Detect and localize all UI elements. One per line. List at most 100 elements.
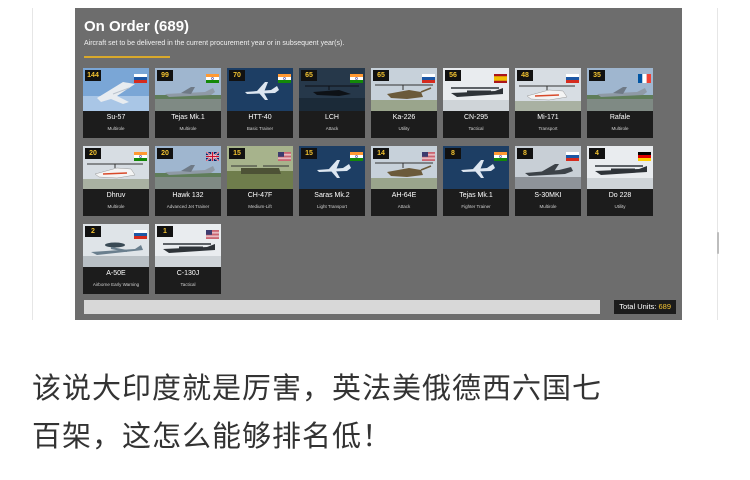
aircraft-count: 35 xyxy=(589,70,605,81)
aircraft-name: Hawk 132 xyxy=(172,192,204,199)
aircraft-name: C-130J xyxy=(176,270,200,277)
aircraft-count: 1 xyxy=(157,226,173,237)
country-flag-icon xyxy=(494,148,507,161)
aircraft-count: 20 xyxy=(85,148,101,159)
country-flag-icon xyxy=(278,148,291,161)
aircraft-count: 144 xyxy=(85,70,101,81)
title-accent-line xyxy=(84,56,170,58)
panel-title: On Order (689) xyxy=(84,18,190,35)
aircraft-name: S-30MKI xyxy=(534,192,562,199)
aircraft-role: Fighter Trainer xyxy=(461,204,491,209)
aircraft-card[interactable]: 99 Tejas Mk.1 Multirole xyxy=(155,68,221,138)
scroll-track[interactable] xyxy=(84,300,600,314)
country-flag-icon xyxy=(134,148,147,161)
aircraft-name: Tejas Mk.1 xyxy=(171,114,205,121)
aircraft-role: Airborne Early Warning xyxy=(92,282,140,287)
aircraft-role: Multirole xyxy=(539,204,557,209)
country-flag-icon xyxy=(206,70,219,83)
aircraft-card[interactable]: 70 HTT-40 Basic Trainer xyxy=(227,68,293,138)
aircraft-count: 20 xyxy=(157,148,173,159)
aircraft-role: Attack xyxy=(325,126,339,131)
aircraft-card[interactable]: 65 LCH Attack xyxy=(299,68,365,138)
page-scroll-indicator[interactable] xyxy=(717,232,719,254)
aircraft-card[interactable]: 144 Su-57 Multirole xyxy=(83,68,149,138)
aircraft-card[interactable]: 15 Saras Mk.2 Light Transport xyxy=(299,146,365,216)
aircraft-role: Transport xyxy=(538,126,558,131)
aircraft-count: 4 xyxy=(589,148,605,159)
aircraft-role: Utility xyxy=(398,126,410,131)
panel-subtitle: Aircraft set to be delivered in the curr… xyxy=(84,40,345,47)
aircraft-card[interactable]: 14 AH-64E Attack xyxy=(371,146,437,216)
aircraft-card[interactable]: 1 C-130J Tactical xyxy=(155,224,221,294)
aircraft-card[interactable]: 65 Ka-226 Utility xyxy=(371,68,437,138)
country-flag-icon xyxy=(350,70,363,83)
aircraft-role: Multirole xyxy=(107,204,125,209)
aircraft-card[interactable]: 2 A-50E Airborne Early Warning xyxy=(83,224,149,294)
on-order-panel: On Order (689) Aircraft set to be delive… xyxy=(75,8,682,320)
aircraft-count: 56 xyxy=(445,70,461,81)
aircraft-count: 65 xyxy=(301,70,317,81)
country-flag-icon xyxy=(494,70,507,83)
aircraft-card[interactable]: 48 Mi-171 Transport xyxy=(515,68,581,138)
aircraft-card[interactable]: 20 Hawk 132 Advanced Jet Trainer xyxy=(155,146,221,216)
aircraft-role: Attack xyxy=(397,204,411,209)
aircraft-count: 48 xyxy=(517,70,533,81)
country-flag-icon xyxy=(422,70,435,83)
aircraft-card[interactable]: 15 CH-47F Medium-Lift xyxy=(227,146,293,216)
country-flag-icon xyxy=(566,148,579,161)
country-flag-icon xyxy=(134,70,147,83)
aircraft-name: Rafale xyxy=(609,114,631,121)
total-units-badge: Total Units: 689 xyxy=(614,300,676,314)
aircraft-role: Tactical xyxy=(180,282,196,287)
aircraft-count: 99 xyxy=(157,70,173,81)
aircraft-name: LCH xyxy=(324,114,339,121)
aircraft-card[interactable]: 8 S-30MKI Multirole xyxy=(515,146,581,216)
aircraft-card[interactable]: 56 CN-295 Tactical xyxy=(443,68,509,138)
country-flag-icon xyxy=(422,148,435,161)
aircraft-role: Advanced Jet Trainer xyxy=(166,204,210,209)
country-flag-icon xyxy=(638,148,651,161)
total-units-label: Total Units: xyxy=(619,302,657,311)
aircraft-card[interactable]: 20 Dhruv Multirole xyxy=(83,146,149,216)
country-flag-icon xyxy=(206,226,219,239)
aircraft-count: 15 xyxy=(301,148,317,159)
aircraft-name: A-50E xyxy=(106,270,126,277)
caption-line-1: 该说大印度就是厉害，英法美俄德西六国七 xyxy=(32,371,603,405)
aircraft-count: 8 xyxy=(517,148,533,159)
aircraft-role: Utility xyxy=(614,204,626,209)
total-units-value: 689 xyxy=(658,302,671,311)
aircraft-name: Tejas Mk.1 xyxy=(459,192,493,199)
aircraft-role: Light Transport xyxy=(316,204,348,209)
post-caption: 该说大印度就是厉害，英法美俄德西六国七 百架，这怎么能够排名低！ xyxy=(32,364,722,460)
aircraft-name: Su-57 xyxy=(106,114,126,121)
aircraft-role: Multirole xyxy=(611,126,629,131)
country-flag-icon xyxy=(566,70,579,83)
aircraft-count: 70 xyxy=(229,70,245,81)
aircraft-name: HTT-40 xyxy=(248,114,272,121)
aircraft-name: Dhruv xyxy=(106,192,126,199)
aircraft-count: 2 xyxy=(85,226,101,237)
aircraft-card[interactable]: 8 Tejas Mk.1 Fighter Trainer xyxy=(443,146,509,216)
country-flag-icon xyxy=(638,70,651,83)
aircraft-name: Mi-171 xyxy=(537,114,559,121)
country-flag-icon xyxy=(205,148,220,162)
country-flag-icon xyxy=(350,148,363,161)
aircraft-card[interactable]: 35 Rafale Multirole xyxy=(587,68,653,138)
aircraft-count: 65 xyxy=(373,70,389,81)
aircraft-name: AH-64E xyxy=(391,192,417,199)
aircraft-card[interactable]: 4 Do 228 Utility xyxy=(587,146,653,216)
aircraft-count: 15 xyxy=(229,148,245,159)
aircraft-role: Basic Trainer xyxy=(246,126,274,131)
aircraft-role: Multirole xyxy=(179,126,197,131)
aircraft-count: 14 xyxy=(373,148,389,159)
aircraft-count: 8 xyxy=(445,148,461,159)
aircraft-name: Saras Mk.2 xyxy=(314,192,350,199)
aircraft-name: Ka-226 xyxy=(392,114,416,121)
aircraft-role: Medium-Lift xyxy=(248,204,272,209)
aircraft-name: Do 228 xyxy=(608,192,632,199)
aircraft-role: Tactical xyxy=(468,126,484,131)
caption-line-2: 百架，这怎么能够排名低！ xyxy=(32,419,393,453)
aircraft-role: Multirole xyxy=(107,126,125,131)
country-flag-icon xyxy=(134,226,147,239)
aircraft-name: CN-295 xyxy=(463,114,489,121)
